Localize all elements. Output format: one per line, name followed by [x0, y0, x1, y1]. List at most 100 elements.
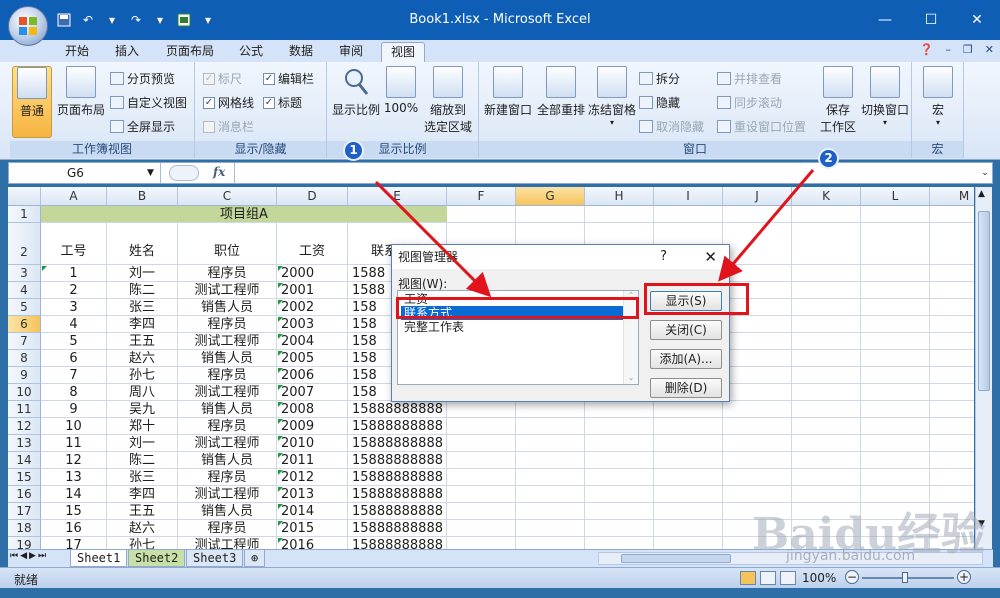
grid-cell[interactable]: [861, 418, 930, 435]
sheet-tab-sheet1[interactable]: Sheet1: [70, 550, 128, 567]
zoom-level[interactable]: 100%: [802, 571, 836, 585]
table-cell[interactable]: 2014: [277, 503, 348, 520]
table-cell[interactable]: 15888888888: [348, 401, 447, 418]
column-header-k[interactable]: K: [792, 187, 861, 206]
grid-cell[interactable]: [792, 401, 861, 418]
grid-cell[interactable]: [792, 367, 861, 384]
grid-cell[interactable]: [723, 401, 792, 418]
row-header-10[interactable]: 10: [8, 384, 41, 401]
table-cell[interactable]: 2005: [277, 350, 348, 367]
grid-cell[interactable]: [654, 503, 723, 520]
table-cell[interactable]: 张三: [107, 299, 178, 316]
grid-cell[interactable]: [792, 265, 861, 282]
grid-cell[interactable]: [930, 316, 974, 333]
chevron-down-icon[interactable]: ⌄: [624, 373, 638, 382]
formula-input[interactable]: [234, 163, 979, 183]
grid-cell[interactable]: [447, 206, 516, 223]
grid-cell[interactable]: [654, 418, 723, 435]
table-cell[interactable]: 刘一: [107, 435, 178, 452]
grid-cell[interactable]: [585, 520, 654, 537]
ribbon-restore-icon[interactable]: ❐: [963, 43, 973, 56]
table-cell[interactable]: 8: [41, 384, 107, 401]
maximize-button[interactable]: ☐: [908, 0, 954, 40]
grid-cell[interactable]: [861, 333, 930, 350]
page-layout-icon[interactable]: [760, 571, 776, 585]
help-icon[interactable]: ❓: [920, 43, 934, 56]
table-cell[interactable]: 6: [41, 350, 107, 367]
zoom-out-icon[interactable]: −: [845, 570, 859, 584]
row-header-13[interactable]: 13: [8, 435, 41, 452]
office-button[interactable]: [8, 6, 48, 46]
grid-cell[interactable]: [792, 452, 861, 469]
page-break-icon[interactable]: [780, 571, 796, 585]
column-header-l[interactable]: L: [861, 187, 930, 206]
table-cell[interactable]: 5: [41, 333, 107, 350]
grid-cell[interactable]: [930, 350, 974, 367]
grid-cell[interactable]: [585, 486, 654, 503]
table-cell[interactable]: 测试工程师: [178, 282, 277, 299]
grid-cell[interactable]: [930, 435, 974, 452]
column-header-a[interactable]: A: [41, 187, 107, 206]
table-cell[interactable]: 陈二: [107, 452, 178, 469]
row-header-9[interactable]: 9: [8, 367, 41, 384]
grid-cell[interactable]: [516, 418, 585, 435]
table-cell[interactable]: 周八: [107, 384, 178, 401]
scrollbar-thumb[interactable]: [621, 554, 731, 563]
table-cell[interactable]: 15888888888: [348, 418, 447, 435]
close-button[interactable]: 关闭(C): [650, 320, 722, 340]
grid-cell[interactable]: [930, 223, 974, 265]
grid-cell[interactable]: [654, 435, 723, 452]
table-cell[interactable]: 2009: [277, 418, 348, 435]
ribbon-close-icon[interactable]: ✕: [985, 43, 994, 56]
grid-cell[interactable]: [447, 537, 516, 549]
grid-cell[interactable]: [654, 486, 723, 503]
ribbon-minimize-icon[interactable]: –: [945, 43, 951, 56]
delete-button[interactable]: 删除(D): [650, 378, 722, 398]
grid-cell[interactable]: [792, 435, 861, 452]
header-cell[interactable]: 工号: [41, 223, 107, 265]
insert-sheet-icon[interactable]: ⊕: [244, 550, 266, 567]
grid-cell[interactable]: [447, 401, 516, 418]
table-cell[interactable]: 2006: [277, 367, 348, 384]
grid-cell[interactable]: [861, 206, 930, 223]
header-cell[interactable]: 职位: [178, 223, 277, 265]
table-cell[interactable]: 郑十: [107, 418, 178, 435]
normal-view-icon[interactable]: [740, 571, 756, 585]
column-header-c[interactable]: C: [178, 187, 277, 206]
grid-cell[interactable]: [792, 384, 861, 401]
table-cell[interactable]: 2011: [277, 452, 348, 469]
grid-cell[interactable]: [585, 435, 654, 452]
grid-cell[interactable]: [861, 469, 930, 486]
close-icon[interactable]: ✕: [704, 248, 717, 266]
grid-cell[interactable]: [930, 469, 974, 486]
grid-cell[interactable]: [447, 486, 516, 503]
grid-cell[interactable]: [447, 520, 516, 537]
grid-cell[interactable]: [723, 384, 792, 401]
grid-cell[interactable]: [792, 333, 861, 350]
table-cell[interactable]: 2016: [277, 537, 348, 549]
table-cell[interactable]: 刘一: [107, 265, 178, 282]
grid-cell[interactable]: [861, 401, 930, 418]
table-cell[interactable]: 16: [41, 520, 107, 537]
table-cell[interactable]: 11: [41, 435, 107, 452]
table-cell[interactable]: 2002: [277, 299, 348, 316]
sheet-tab-sheet3[interactable]: Sheet3: [186, 550, 244, 567]
grid-cell[interactable]: [723, 206, 792, 223]
select-all-corner[interactable]: [8, 187, 41, 206]
grid-cell[interactable]: [861, 223, 930, 265]
zoom-slider-thumb[interactable]: [902, 572, 908, 583]
table-cell[interactable]: 15888888888: [348, 486, 447, 503]
grid-cell[interactable]: [792, 316, 861, 333]
table-cell[interactable]: 17: [41, 537, 107, 549]
list-item[interactable]: 完整工作表: [401, 320, 635, 334]
custom-views-button[interactable]: 自定义视图: [110, 94, 187, 111]
grid-cell[interactable]: [930, 367, 974, 384]
tab-page-layout[interactable]: 页面布局: [160, 42, 220, 62]
column-header-h[interactable]: H: [585, 187, 654, 206]
row-header-17[interactable]: 17: [8, 503, 41, 520]
grid-cell[interactable]: [723, 223, 792, 265]
column-header-g[interactable]: G: [516, 187, 585, 206]
add-button[interactable]: 添加(A)...: [650, 349, 722, 369]
sheet-tab-sheet2[interactable]: Sheet2: [128, 550, 186, 567]
table-cell[interactable]: 15888888888: [348, 435, 447, 452]
